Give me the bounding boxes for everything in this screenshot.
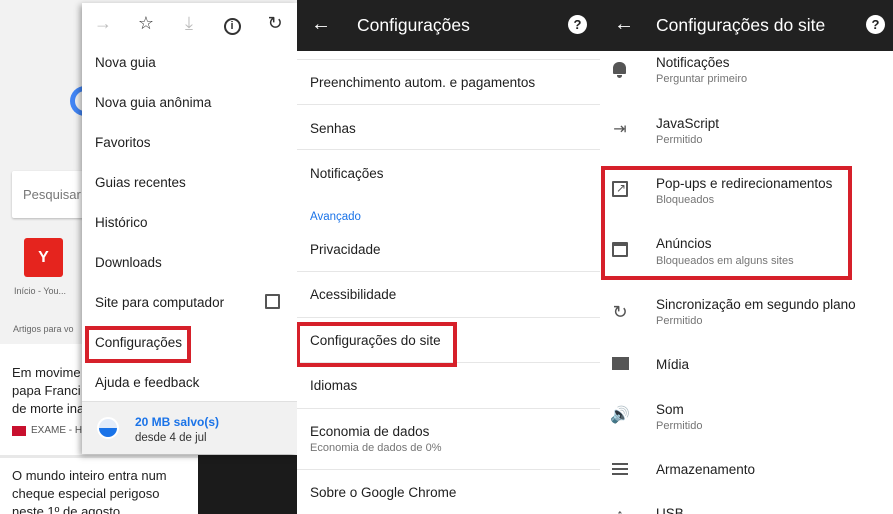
media-icon — [612, 357, 629, 370]
chrome-overflow-menu: → ☆ ⤓ i ↻ Nova guia Nova guia anônima Fa… — [82, 3, 297, 454]
menu-item-downloads[interactable]: Downloads — [95, 255, 162, 270]
settings-app-bar: ← Configurações ? — [297, 0, 600, 51]
desktop-site-checkbox[interactable] — [265, 294, 280, 309]
settings-item-data-saver[interactable]: Economia de dados — [310, 424, 429, 439]
browser-panel: Pesquisar Y Início - You... Artigos para… — [0, 0, 297, 514]
settings-item-about[interactable]: Sobre o Google Chrome — [310, 485, 456, 500]
news-image[interactable] — [198, 455, 297, 514]
settings-item-privacy[interactable]: Privacidade — [310, 242, 381, 257]
data-saved-since: desde 4 de jul — [135, 432, 207, 444]
page-title: Configurações do site — [656, 15, 826, 35]
shortcut-tile-youtube[interactable]: Y — [24, 238, 63, 277]
highlight-popups-ads — [601, 166, 852, 280]
settings-item-passwords[interactable]: Senhas — [310, 121, 356, 136]
site-settings-app-bar: ← Configurações do site ? — [600, 0, 893, 51]
news-item-2[interactable]: O mundo inteiro entra num cheque especia… — [12, 467, 167, 514]
divider — [297, 271, 600, 272]
star-icon[interactable]: ☆ — [136, 13, 156, 33]
help-icon[interactable]: ? — [568, 15, 587, 34]
divider — [297, 104, 600, 105]
bell-icon — [613, 62, 626, 78]
site-settings-panel: ← Configurações do site ? Notificações P… — [600, 0, 893, 514]
back-arrow-icon[interactable]: ← — [311, 12, 331, 36]
usb-icon: ↑ — [610, 506, 630, 514]
help-icon[interactable]: ? — [866, 15, 885, 34]
settings-item-autofill[interactable]: Preenchimento autom. e pagamentos — [310, 75, 535, 90]
divider — [297, 59, 600, 60]
refresh-icon[interactable]: ↻ — [265, 13, 285, 33]
menu-item-bookmarks[interactable]: Favoritos — [95, 135, 151, 150]
settings-item-notifications[interactable]: Notificações — [310, 166, 384, 181]
menu-item-desktop-site[interactable]: Site para computador — [95, 295, 224, 310]
section-header-advanced: Avançado — [310, 211, 361, 223]
search-placeholder: Pesquisar — [23, 187, 81, 202]
sync-icon: ↻ — [612, 302, 628, 322]
menu-toolbar: → ☆ ⤓ i ↻ — [82, 3, 297, 43]
download-icon[interactable]: ⤓ — [179, 13, 199, 33]
storage-icon — [612, 463, 628, 478]
menu-item-help[interactable]: Ajuda e feedback — [95, 375, 199, 390]
page-title: Configurações — [357, 15, 470, 35]
data-saver-footer[interactable]: 20 MB salvo(s) desde 4 de jul — [82, 401, 297, 454]
info-icon[interactable]: i — [222, 13, 242, 35]
divider — [297, 317, 600, 318]
javascript-icon: ⇥ — [613, 121, 627, 138]
divider — [297, 469, 600, 470]
exame-logo-icon — [12, 425, 26, 436]
settings-panel: ← Configurações ? Preenchimento autom. e… — [297, 0, 600, 514]
menu-item-new-tab[interactable]: Nova guia — [95, 55, 156, 70]
settings-item-languages[interactable]: Idiomas — [310, 378, 357, 393]
settings-item-accessibility[interactable]: Acessibilidade — [310, 287, 396, 302]
highlight-settings — [85, 326, 191, 363]
news-item-1[interactable]: Em movime papa Franci de morte ina — [12, 364, 84, 418]
data-saver-subtitle: Economia de dados de 0% — [310, 442, 442, 454]
divider — [297, 149, 600, 150]
news-source: EXAME - Ha — [12, 425, 88, 436]
data-saved-amount: 20 MB salvo(s) — [135, 415, 220, 429]
menu-item-incognito[interactable]: Nova guia anônima — [95, 95, 211, 110]
highlight-site-settings — [297, 322, 457, 367]
sound-icon: 🔊 — [610, 407, 630, 424]
data-saver-icon — [97, 417, 119, 439]
divider — [297, 408, 600, 409]
forward-icon[interactable]: → — [93, 13, 113, 33]
menu-item-history[interactable]: Histórico — [95, 215, 148, 230]
menu-item-recent-tabs[interactable]: Guias recentes — [95, 175, 186, 190]
articles-label: Artigos para vo — [13, 324, 74, 334]
shortcut-tile-label: Início - You... — [14, 286, 67, 296]
back-arrow-icon[interactable]: ← — [614, 12, 634, 36]
